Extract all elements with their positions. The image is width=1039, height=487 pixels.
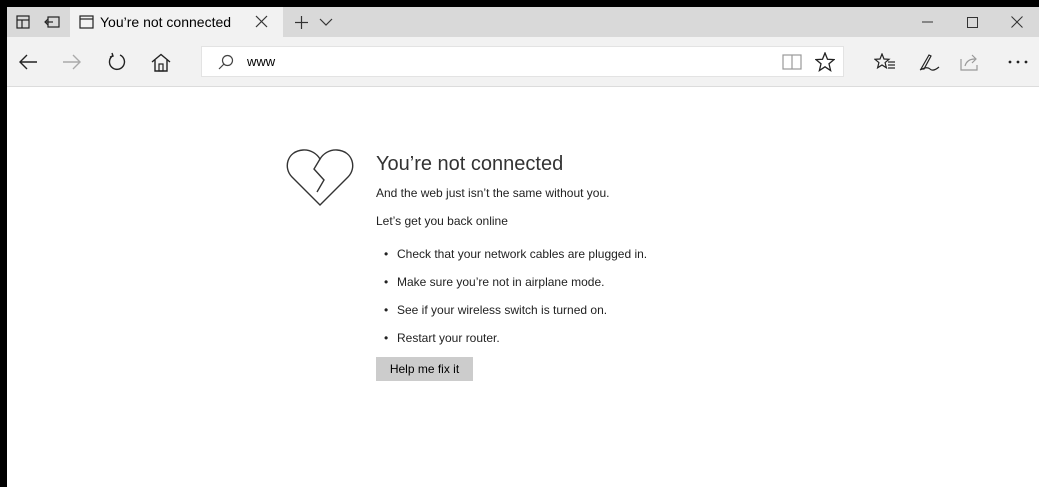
title-bar: You’re not connected bbox=[7, 7, 1039, 37]
page-content: You’re not connected And the web just is… bbox=[7, 87, 1039, 487]
maximize-button[interactable] bbox=[952, 7, 992, 37]
back-icon[interactable] bbox=[11, 45, 45, 79]
set-aside-tabs-icon[interactable] bbox=[38, 7, 66, 37]
favorite-star-icon[interactable] bbox=[808, 45, 842, 79]
refresh-icon[interactable] bbox=[100, 45, 134, 79]
reading-view-icon[interactable] bbox=[775, 45, 809, 79]
tab-title: You’re not connected bbox=[100, 14, 232, 30]
tips-list: Check that your network cables are plugg… bbox=[383, 247, 647, 359]
web-note-icon[interactable] bbox=[912, 45, 946, 79]
error-prompt: Let’s get you back online bbox=[376, 214, 508, 228]
address-input[interactable] bbox=[247, 54, 747, 69]
broken-heart-icon bbox=[286, 147, 354, 209]
search-icon bbox=[218, 54, 234, 70]
help-me-fix-it-button[interactable]: Help me fix it bbox=[376, 357, 473, 381]
close-window-button[interactable] bbox=[997, 7, 1037, 37]
list-item: See if your wireless switch is turned on… bbox=[383, 303, 647, 331]
nav-bar bbox=[7, 37, 1039, 87]
error-title: You’re not connected bbox=[376, 153, 564, 175]
home-icon[interactable] bbox=[144, 45, 178, 79]
more-icon[interactable] bbox=[1001, 45, 1035, 79]
error-subtitle: And the web just isn’t the same without … bbox=[376, 186, 610, 200]
list-item: Restart your router. bbox=[383, 331, 647, 359]
tab-page-icon bbox=[79, 15, 94, 29]
forward-icon[interactable] bbox=[55, 45, 89, 79]
minimize-button[interactable] bbox=[907, 7, 947, 37]
share-icon[interactable] bbox=[953, 45, 987, 79]
tab-active[interactable]: You’re not connected bbox=[70, 7, 283, 37]
tab-list-icon[interactable] bbox=[312, 7, 340, 37]
close-tab-icon[interactable] bbox=[255, 15, 268, 28]
browser-window: You’re not connected www You’re not conn… bbox=[7, 7, 1039, 487]
list-item: Check that your network cables are plugg… bbox=[383, 247, 647, 275]
tab-preview-icon[interactable] bbox=[9, 7, 37, 37]
list-item: Make sure you’re not in airplane mode. bbox=[383, 275, 647, 303]
new-tab-icon[interactable] bbox=[287, 7, 315, 37]
address-bar[interactable] bbox=[201, 46, 844, 77]
favorites-hub-icon[interactable] bbox=[868, 45, 902, 79]
